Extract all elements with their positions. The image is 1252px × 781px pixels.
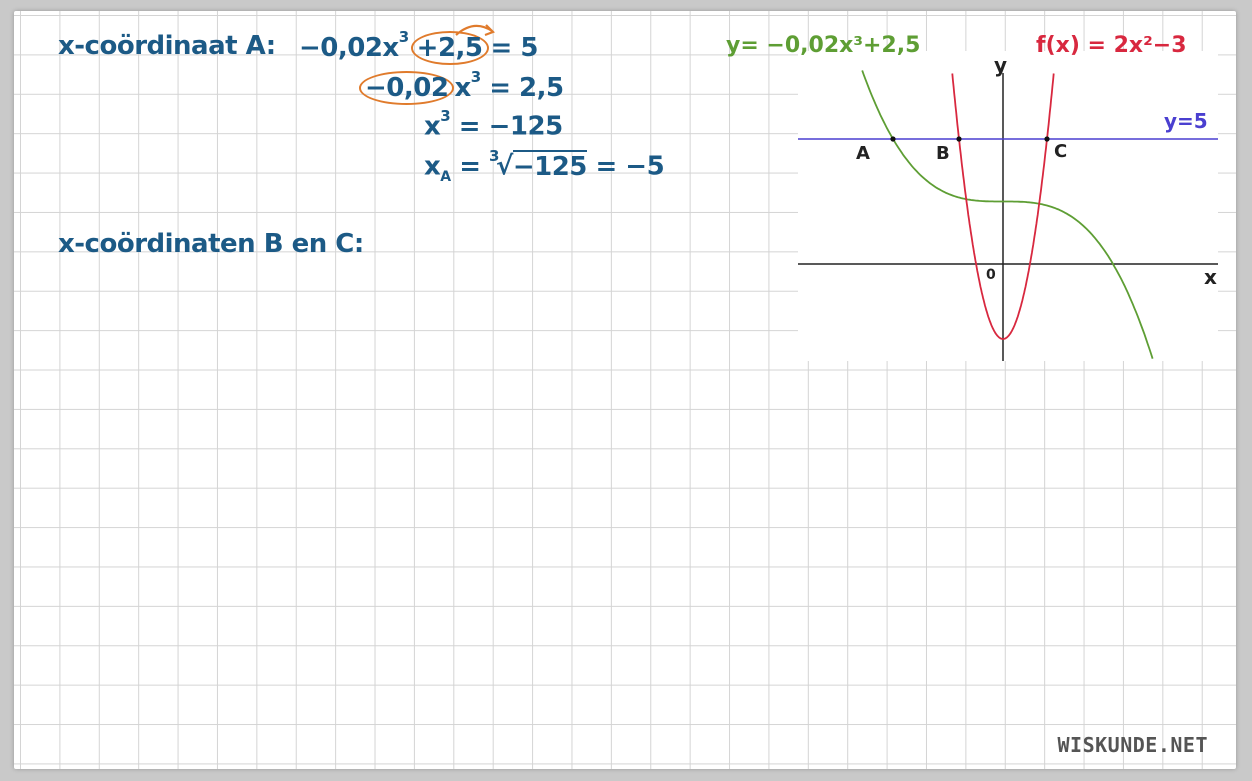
point-b-label: B: [936, 143, 950, 164]
exponent: 3: [470, 68, 481, 87]
root-index: 3: [489, 147, 499, 165]
exponent: 3: [398, 28, 409, 47]
point-a-marker: [890, 136, 896, 142]
point-b-marker: [956, 136, 962, 142]
point-a-label: A: [856, 143, 870, 164]
y-axis-label: y: [994, 53, 1008, 77]
origin-label: 0: [986, 267, 996, 283]
equation-2-var: x: [454, 73, 471, 103]
circled-coefficient: −0,02: [359, 71, 455, 105]
grid-paper: x-coördinaat A: −0,02x3 +2,5 = 5 −0,02 x3 =…: [14, 11, 1236, 769]
work-line-1: x-coördinaat A:: [58, 31, 276, 61]
equation-1: −0,02x3 +2,5 = 5: [299, 28, 538, 65]
equation-3-rhs: = −125: [458, 111, 563, 142]
work-line-5: x-coördinaten B en C:: [58, 229, 364, 259]
equation-2: −0,02 x3 = 2,5: [359, 68, 564, 105]
equation-2-rhs: = 2,5: [489, 73, 564, 103]
brand-footer: WISKUNDE.NET: [1057, 733, 1208, 757]
equation-4-rhs: = −5: [595, 151, 665, 182]
term-cubic: −0,02x: [299, 33, 399, 63]
equation-3-var: x: [424, 111, 441, 142]
point-c-label: C: [1054, 141, 1068, 162]
equation-4-var: x: [424, 151, 441, 182]
graph-panel: y= −0,02x³+2,5 f(x) = 2x²−3 y=5 y x 0 A …: [726, 33, 1218, 361]
x-axis-label: x: [1204, 265, 1217, 289]
subscript-a: A: [440, 168, 451, 185]
red-function-label: f(x) = 2x²−3: [1036, 33, 1187, 58]
move-arrow-icon: [455, 24, 495, 37]
function-graph: [798, 70, 1218, 361]
label-x-coordinate-a: x-coördinaat A:: [58, 31, 276, 61]
green-function-label: y= −0,02x³+2,5: [726, 33, 921, 58]
blue-line-label: y=5: [1164, 109, 1208, 133]
equation-3: x3 = −125: [424, 107, 563, 142]
label-x-coordinates-b-c: x-coördinaten B en C:: [58, 229, 364, 259]
equation-4: xA = 3√−125 = −5: [424, 147, 665, 185]
radicand: −125: [512, 149, 587, 182]
series-curve-cubic: [861, 70, 1154, 359]
equation-4-eq: =: [459, 151, 481, 182]
exponent: 3: [440, 107, 451, 125]
point-c-marker: [1044, 136, 1050, 142]
